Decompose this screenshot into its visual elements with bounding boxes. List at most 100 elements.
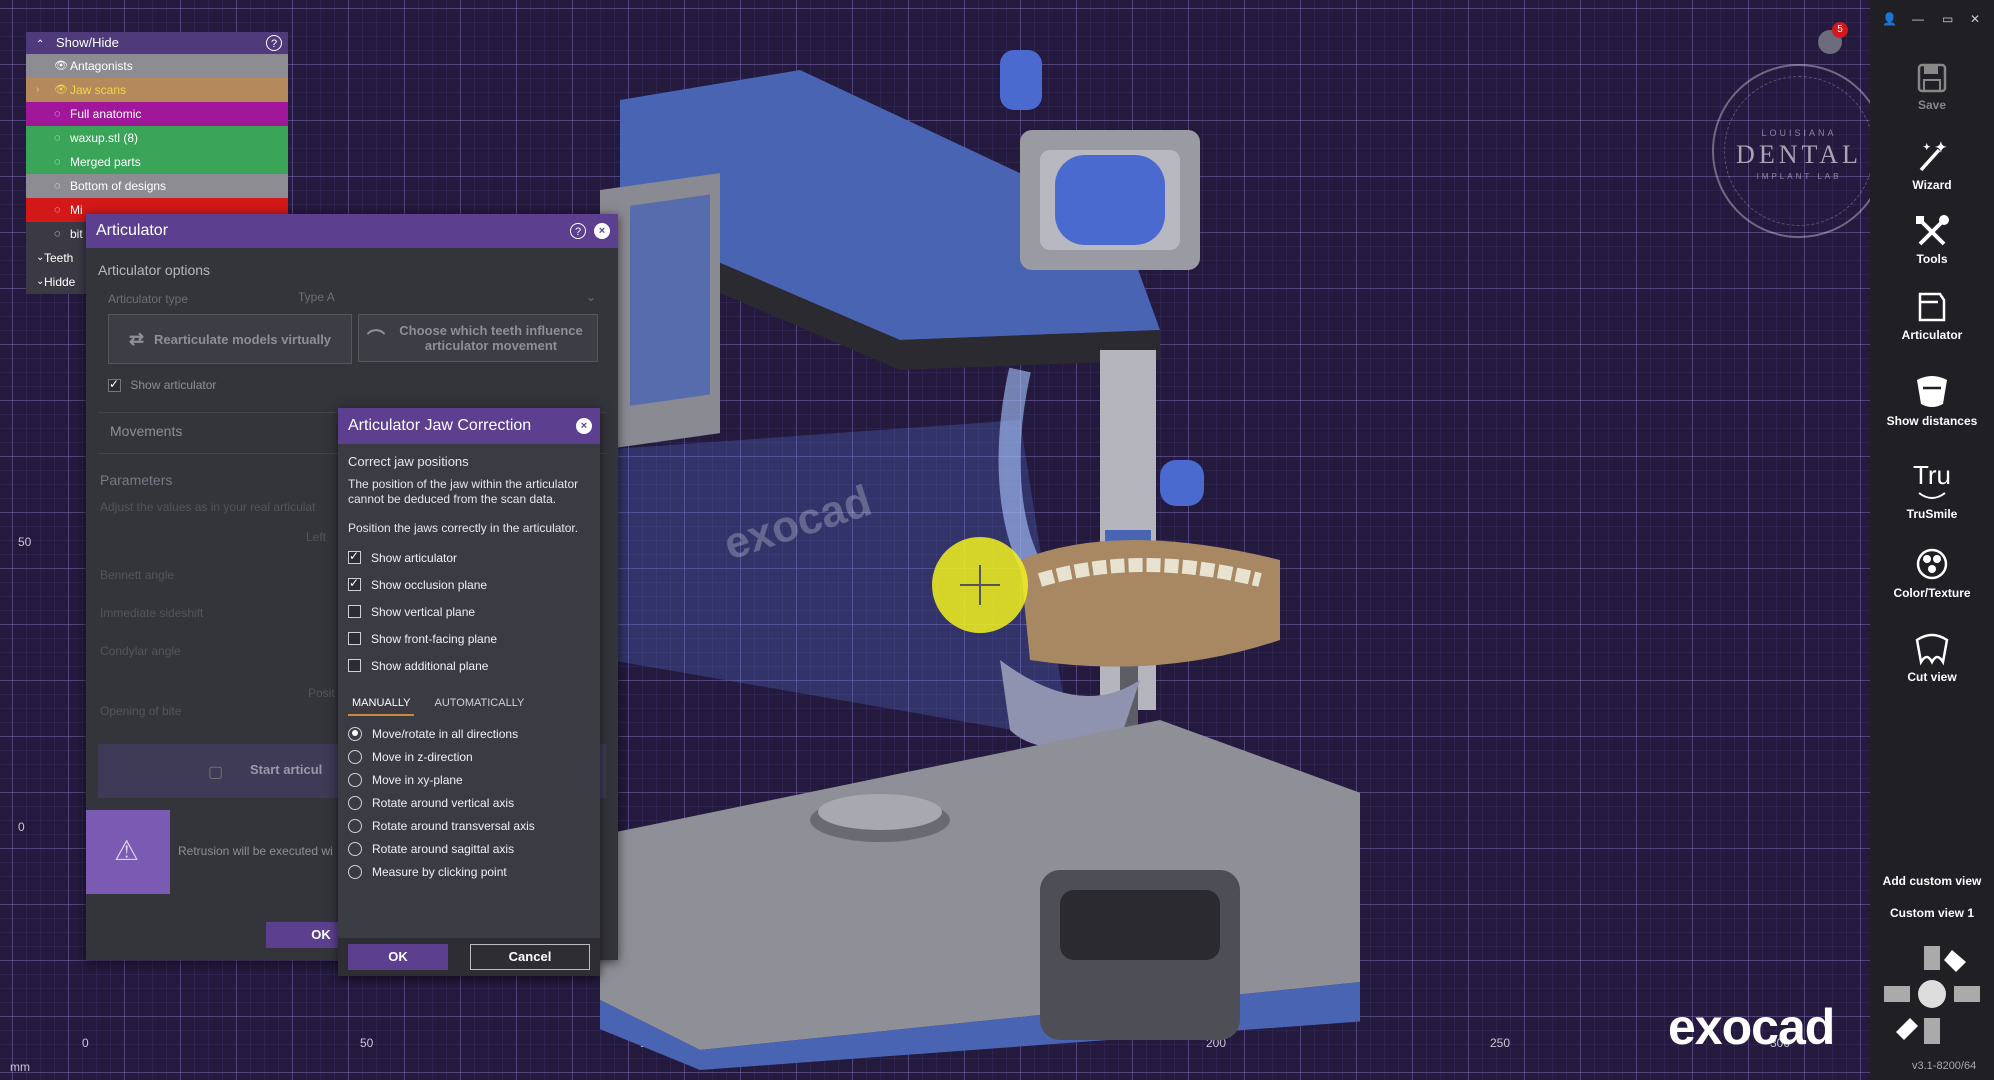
- dialog-button-bar: OK Cancel: [338, 938, 600, 976]
- expand-icon[interactable]: ⌄: [36, 270, 44, 294]
- show-distances-button[interactable]: Show distances: [1870, 374, 1994, 428]
- trusmile-button[interactable]: Tru TruSmile: [1870, 460, 1994, 521]
- close-window-icon[interactable]: ✕: [1970, 12, 1980, 26]
- eye-icon[interactable]: 👁: [54, 54, 68, 78]
- layer-bottom-of-designs[interactable]: ◌ Bottom of designs: [26, 174, 288, 198]
- maximize-icon[interactable]: ▭: [1942, 12, 1953, 26]
- show-front-facing-plane-option[interactable]: Show front-facing plane: [348, 625, 590, 652]
- radio-move-xy[interactable]: Move in xy-plane: [348, 768, 590, 791]
- collapse-icon[interactable]: ⌃: [36, 39, 44, 50]
- close-icon[interactable]: ×: [576, 418, 592, 434]
- tool-label: Color/Texture: [1893, 586, 1971, 600]
- help-icon[interactable]: ?: [570, 223, 586, 239]
- show-front-facing-plane-checkbox[interactable]: [348, 632, 361, 645]
- save-button[interactable]: Save: [1870, 62, 1994, 112]
- tool-label: Cut view: [1907, 670, 1957, 684]
- close-icon[interactable]: ×: [594, 223, 610, 239]
- notification-badge: 5: [1832, 22, 1848, 38]
- show-vertical-plane-checkbox[interactable]: [348, 605, 361, 618]
- radio-label: Rotate around vertical axis: [372, 795, 515, 810]
- jaw-correction-dialog: Articulator Jaw Correction × Correct jaw…: [338, 408, 600, 976]
- eye-hidden-icon[interactable]: ◌: [54, 150, 61, 174]
- radio-label: Rotate around sagittal axis: [372, 841, 515, 856]
- jaw-correction-title: Articulator Jaw Correction: [348, 417, 532, 434]
- tab-manually[interactable]: MANUALLY: [348, 693, 415, 716]
- eye-hidden-icon[interactable]: ◌: [54, 198, 61, 222]
- layer-jaw-scans[interactable]: › 👁 Jaw scans: [26, 78, 288, 102]
- custom-view-1-button[interactable]: Custom view 1: [1870, 906, 1994, 920]
- radio-move-rotate-all[interactable]: Move/rotate in all directions: [348, 722, 590, 745]
- user-icon[interactable]: 👤: [1882, 12, 1897, 26]
- tool-label: Articulator: [1901, 328, 1963, 342]
- minimize-icon[interactable]: —: [1912, 12, 1924, 26]
- ok-button[interactable]: OK: [348, 944, 448, 970]
- help-icon[interactable]: ?: [266, 35, 282, 51]
- articulator-icon: [1918, 292, 1946, 322]
- show-articulator-option[interactable]: Show articulator: [108, 377, 216, 393]
- radio-button[interactable]: [348, 841, 362, 856]
- chevron-down-icon[interactable]: ⌄: [586, 290, 596, 304]
- version-label: v3.1-8200/64: [1912, 1060, 1977, 1072]
- rearticulate-icon: ⇄: [128, 328, 145, 349]
- show-additional-plane-option[interactable]: Show additional plane: [348, 652, 590, 679]
- radio-measure-point[interactable]: Measure by clicking point: [348, 860, 590, 883]
- eye-hidden-icon[interactable]: ◌: [54, 174, 61, 198]
- eye-hidden-icon[interactable]: ◌: [54, 102, 61, 126]
- y-tick-50: 50: [18, 535, 32, 549]
- tool-label: Wizard: [1912, 178, 1952, 192]
- warning-icon: ⚠: [114, 835, 140, 866]
- x-tick-0: 0: [82, 1036, 89, 1050]
- show-articulator-checkbox[interactable]: [348, 549, 361, 564]
- add-custom-view-button[interactable]: Add custom view: [1870, 874, 1994, 888]
- choose-teeth-button[interactable]: ⌒ Choose which teeth influence articulat…: [358, 314, 598, 362]
- radio-move-z[interactable]: Move in z-direction: [348, 745, 590, 768]
- checkbox-label: Show occlusion plane: [371, 577, 488, 592]
- layer-waxup[interactable]: ◌ waxup.stl (8): [26, 126, 288, 150]
- articulator-button[interactable]: Articulator: [1870, 290, 1994, 342]
- radio-rotate-transversal[interactable]: Rotate around transversal axis: [348, 814, 590, 837]
- radio-button[interactable]: [348, 726, 362, 741]
- view-cube-navigator[interactable]: [1882, 942, 1982, 1048]
- layer-merged-parts[interactable]: ◌ Merged parts: [26, 150, 288, 174]
- show-articulator-checkbox[interactable]: [108, 377, 121, 393]
- layer-label: Full anatomic: [70, 107, 142, 121]
- color-texture-button[interactable]: Color/Texture: [1870, 546, 1994, 600]
- articulator-3d-model[interactable]: exocad: [600, 40, 1360, 1070]
- mode-tabs: MANUALLY AUTOMATICALLY: [348, 693, 590, 716]
- show-additional-plane-checkbox[interactable]: [348, 659, 361, 672]
- radio-button[interactable]: [348, 749, 362, 764]
- show-occlusion-plane-option[interactable]: Show occlusion plane: [348, 571, 590, 598]
- eye-icon[interactable]: 👁: [54, 78, 68, 102]
- tools-button[interactable]: Tools: [1870, 214, 1994, 266]
- cut-view-button[interactable]: Cut view: [1870, 632, 1994, 684]
- eye-hidden-icon[interactable]: ◌: [54, 126, 61, 150]
- tool-label: TruSmile: [1906, 507, 1958, 521]
- show-vertical-plane-option[interactable]: Show vertical plane: [348, 598, 590, 625]
- expand-icon[interactable]: ⌄: [36, 246, 44, 270]
- show-hide-header[interactable]: ⌃ Show/Hide ?: [26, 32, 288, 54]
- show-articulator-option[interactable]: Show articulator: [348, 544, 590, 571]
- radio-button[interactable]: [348, 772, 362, 787]
- tool-label: Save: [1917, 98, 1947, 112]
- radio-rotate-vertical[interactable]: Rotate around vertical axis: [348, 791, 590, 814]
- radio-button[interactable]: [348, 864, 362, 879]
- notification-bell-icon[interactable]: 5: [1818, 22, 1848, 54]
- position-label: Posit: [308, 686, 335, 700]
- checkbox-label: Show additional plane: [371, 658, 489, 673]
- rearticulate-button[interactable]: ⇄ Rearticulate models virtually: [108, 314, 352, 364]
- color-texture-icon: [1916, 548, 1948, 580]
- wizard-button[interactable]: ✦ ✦ Wizard: [1870, 140, 1994, 192]
- expand-icon[interactable]: ›: [36, 78, 39, 102]
- retrusion-text: Retrusion will be executed wi: [178, 844, 333, 858]
- layer-full-anatomic[interactable]: ◌ Full anatomic: [26, 102, 288, 126]
- cancel-button[interactable]: Cancel: [470, 944, 590, 970]
- radio-button[interactable]: [348, 795, 362, 810]
- articulator-type-value[interactable]: Type A: [298, 290, 335, 304]
- radio-rotate-sagittal[interactable]: Rotate around sagittal axis: [348, 837, 590, 860]
- radio-button[interactable]: [348, 818, 362, 833]
- show-occlusion-plane-checkbox[interactable]: [348, 576, 361, 591]
- layer-antagonists[interactable]: 👁 Antagonists: [26, 54, 288, 78]
- eye-hidden-icon[interactable]: ◌: [54, 222, 61, 246]
- tab-automatically[interactable]: AUTOMATICALLY: [430, 693, 528, 716]
- articulator-type-row[interactable]: Articulator type Type A ⌄: [108, 290, 598, 308]
